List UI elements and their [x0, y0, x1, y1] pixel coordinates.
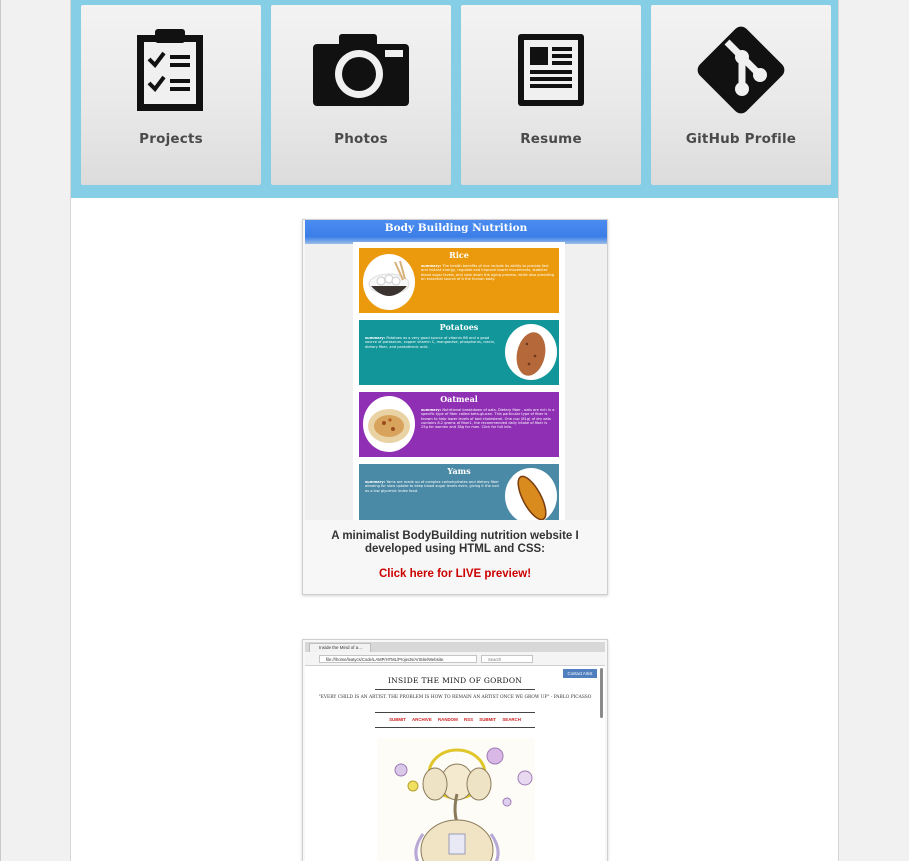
food-summary: summary: Yams are made up of complex car…	[365, 480, 499, 493]
art-nav-item: SEARCH	[502, 717, 521, 722]
food-summary: summary: Potatoes as a very good source …	[365, 336, 496, 349]
divider	[375, 727, 535, 728]
screenshot-header: Body Building Nutrition	[305, 220, 607, 244]
food-panel-potatoes: Potatoes summary: Potatoes as a very goo…	[359, 320, 559, 385]
nav-tile-label: Projects	[139, 131, 203, 147]
oatmeal-image	[363, 396, 415, 452]
ganesha-artwork-image	[377, 738, 535, 861]
nav-tile-projects[interactable]: Projects	[81, 5, 261, 185]
nav-tile-label: GitHub Profile	[685, 131, 797, 147]
clipboard-checklist-icon	[116, 15, 226, 125]
nav-tile-github[interactable]: GitHub Profile	[651, 5, 831, 185]
nav-band: Projects Photos Resume GitHub Profile	[71, 0, 838, 198]
divider	[375, 712, 535, 713]
live-preview-link[interactable]: Click here for LIVE preview!	[303, 568, 607, 580]
browser-search-bar: Search	[481, 655, 533, 663]
nav-tile-photos[interactable]: Photos	[271, 5, 451, 185]
project-card: Inside the Mind of a… file:///home/leaty…	[302, 639, 608, 861]
project-card: Body Building Nutrition Rice summary: Th…	[302, 219, 608, 595]
page-container: Projects Photos Resume GitHub Profile Bo…	[70, 0, 839, 861]
nav-tile-label: Photos	[334, 131, 388, 147]
food-panel-yams: Yams summary: Yams are made up of comple…	[359, 464, 559, 520]
food-panel-rice: Rice summary: The health benefits of ric…	[359, 248, 559, 313]
art-nav-item: RSS	[464, 717, 474, 722]
food-panel-oatmeal: Oatmeal summary: Nutritional breakdown o…	[359, 392, 559, 457]
rice-bowl-image	[363, 254, 415, 310]
art-nav-item: SUBMIT	[389, 717, 406, 722]
browser-tab: Inside the Mind of a…	[309, 643, 371, 652]
browser-toolbar: file:///home/leatycs/Code/LAMP/HTML/Proj…	[305, 652, 605, 666]
art-nav-item: RANDOM	[438, 717, 458, 722]
art-nav-item: SUBMIT	[479, 717, 497, 722]
food-summary: summary: Nutritional breakdown of oats. …	[421, 408, 555, 430]
project-screenshot[interactable]: Inside the Mind of a… file:///home/leaty…	[305, 642, 605, 861]
browser-tab-bar: Inside the Mind of a…	[305, 642, 605, 652]
art-site-quote: "EVERY CHILD IS AN ARTIST. THE PROBLEM I…	[318, 695, 592, 700]
art-site-nav: SUBMIT ARCHIVE RANDOM RSS SUBMIT SEARCH	[305, 717, 605, 722]
screenshot-title: Body Building Nutrition	[384, 222, 528, 234]
project-screenshot[interactable]: Body Building Nutrition Rice summary: Th…	[305, 220, 607, 520]
document-icon	[496, 15, 606, 125]
food-summary: summary: The health benefits of rice inc…	[421, 264, 555, 281]
browser-url-bar: file:///home/leatycs/Code/LAMP/HTML/Proj…	[319, 655, 477, 663]
art-site-title: INSIDE THE MIND OF GORDON	[387, 676, 523, 685]
yam-image	[505, 468, 557, 520]
art-nav-item: ARCHIVE	[412, 717, 432, 722]
window-edge	[0, 0, 1, 861]
divider	[375, 689, 535, 690]
git-logo-icon	[686, 15, 796, 125]
nav-tile-label: Resume	[520, 131, 582, 147]
project-caption: A minimalist BodyBuilding nutrition webs…	[331, 530, 579, 555]
potato-image	[505, 324, 557, 380]
nav-tile-resume[interactable]: Resume	[461, 5, 641, 185]
camera-icon	[306, 15, 416, 125]
